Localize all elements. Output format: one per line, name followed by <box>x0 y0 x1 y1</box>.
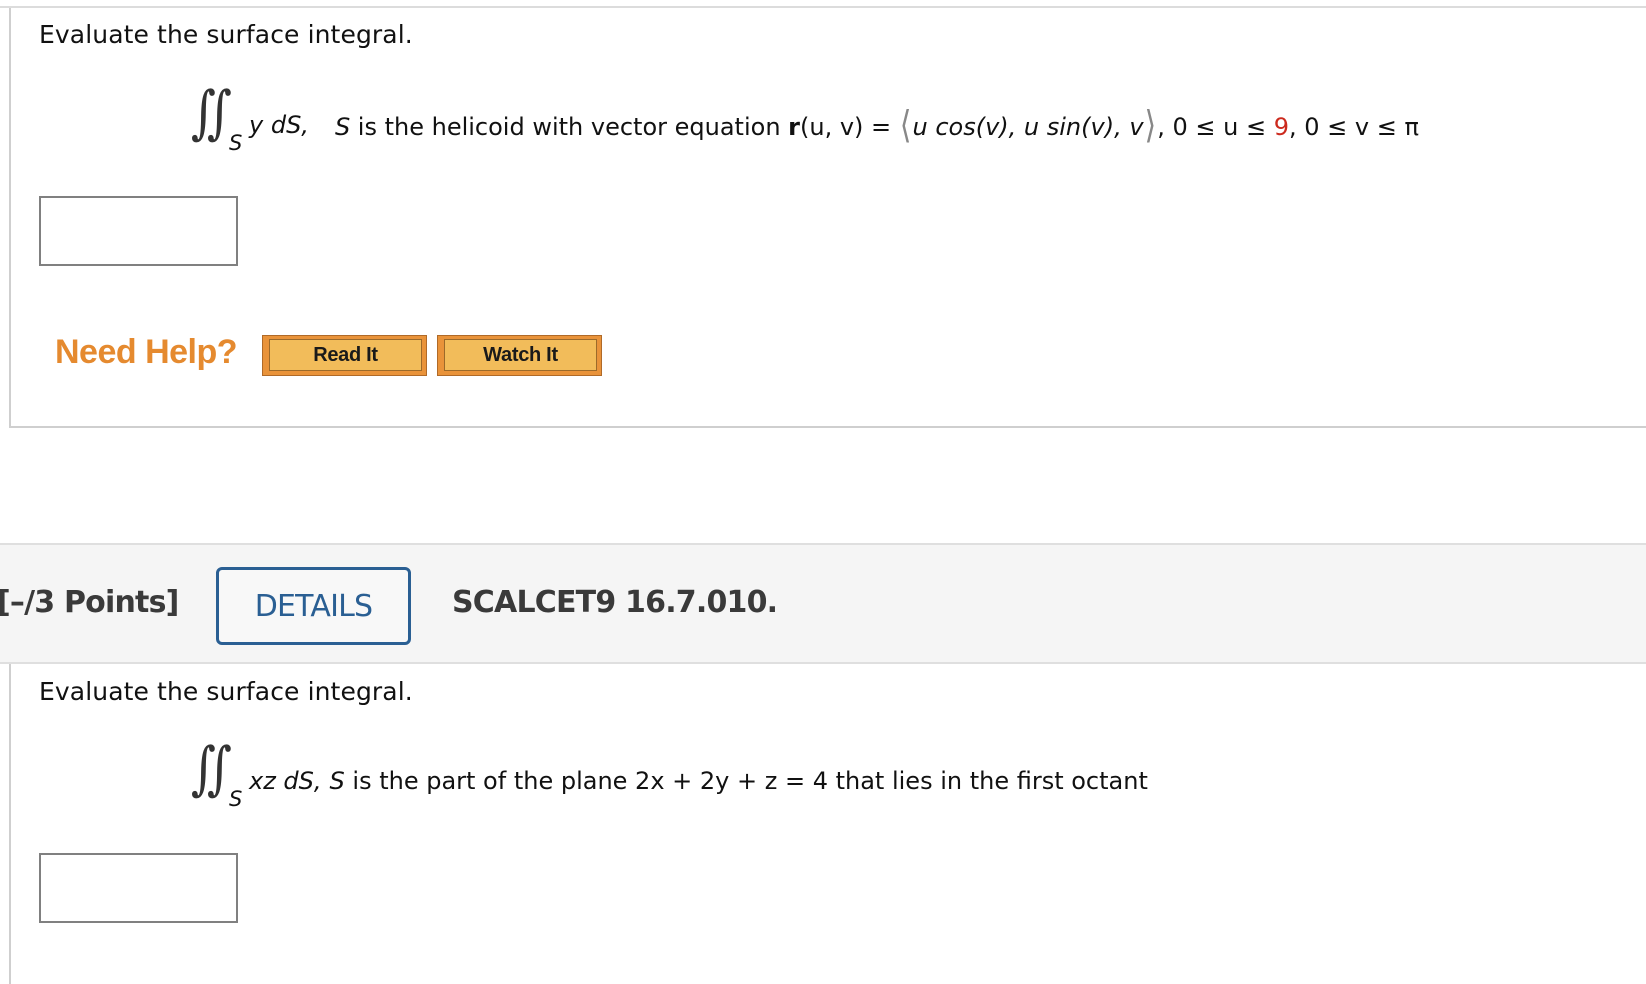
question-1-answer-input[interactable] <box>39 196 238 266</box>
question-2-container <box>9 664 13 984</box>
question-2-header: [–/3 Points] DETAILS SCALCET9 16.7.010. <box>0 543 1646 664</box>
question-2-answer-input[interactable] <box>39 853 238 923</box>
watch-it-button[interactable]: Watch It <box>437 335 602 376</box>
question-1-container <box>9 8 1646 428</box>
u-max-value: 9 <box>1273 112 1290 141</box>
integrand: xz dS, <box>249 767 322 795</box>
need-help-label: Need Help? <box>55 333 238 371</box>
double-integral-icon: ∫ ∫ S <box>191 735 243 811</box>
double-integral-icon: ∫ ∫ S <box>191 79 243 155</box>
problem-id: SCALCET9 16.7.010. <box>452 585 778 620</box>
read-it-button[interactable]: Read It <box>262 335 427 376</box>
question-1-prompt: Evaluate the surface integral. <box>39 20 413 49</box>
surface-description: S is the part of the plane 2x + 2y + z =… <box>329 767 1148 795</box>
surface-description: S is the helicoid with vector equation r… <box>334 103 1419 147</box>
question-1-integral: ∫ ∫ S y dS, S is the helicoid with vector… <box>191 79 1419 155</box>
points-label: [–/3 Points] <box>0 585 179 620</box>
question-2-integral: ∫ ∫ S xz dS, S is the part of the plane 2… <box>191 735 1148 811</box>
integrand: y dS, <box>249 111 309 139</box>
question-2-prompt: Evaluate the surface integral. <box>39 677 413 706</box>
details-button[interactable]: DETAILS <box>216 567 411 645</box>
